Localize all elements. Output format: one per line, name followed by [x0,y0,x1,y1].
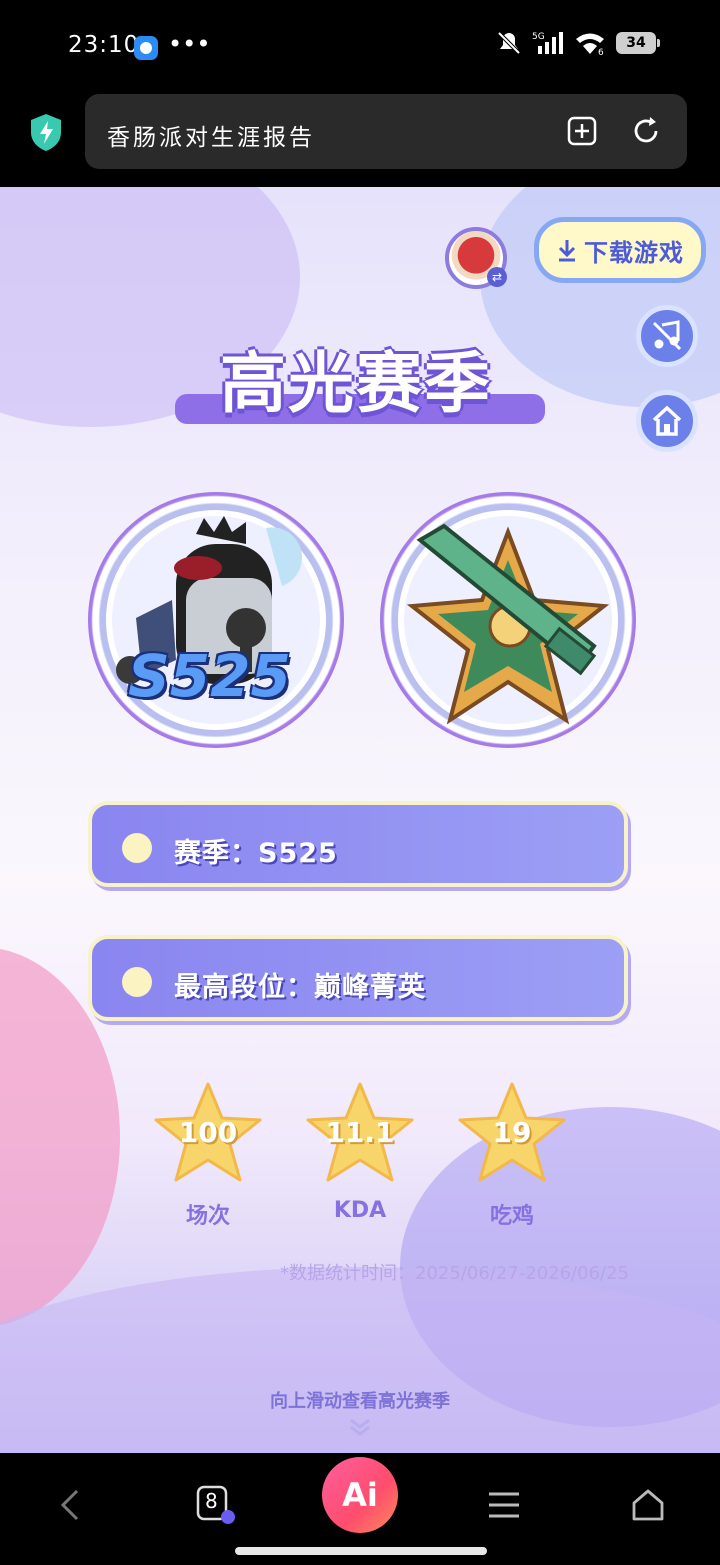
music-off-icon [652,320,682,351]
stat-label: KDA [333,1198,387,1223]
download-game-label: 下载游戏 [584,238,684,267]
data-period-note: *数据统计时间：2025/06/27-2026/06/25 [280,1263,629,1284]
status-icons: 5G 6 34 [496,30,660,56]
add-tab-icon[interactable] [565,114,599,148]
svg-text:5G: 5G [532,32,545,42]
browser-bottom-nav: 8 Ai [0,1453,720,1565]
music-toggle-button[interactable] [636,305,698,367]
browser-app-icon [134,36,158,60]
page-title: 香肠派对生涯报告 [107,125,315,151]
stat-label: 场次 [185,1204,230,1229]
ai-icon: Ai [342,1476,378,1514]
notification-more-icon: ••• [168,30,211,58]
rank-medal [380,492,636,748]
stat-value: 11.1 [325,1116,395,1149]
home-button[interactable] [636,390,698,452]
stat-label: 吃鸡 [489,1204,534,1229]
season-medal-label: S525 [128,642,291,710]
refresh-icon[interactable] [629,114,663,148]
shield-icon[interactable] [28,112,64,152]
home-indicator[interactable] [235,1547,487,1555]
season-info-text: 赛季：S525 [174,838,338,869]
stat-value: 100 [178,1116,238,1149]
switch-account-icon[interactable]: ⇄ [487,267,507,287]
ai-assistant-button[interactable]: Ai [322,1457,398,1533]
download-game-button[interactable]: 下载游戏 [534,217,706,283]
status-bar: 23:10 ••• 5G 6 34 [0,0,720,94]
status-time: 23:10 [68,32,140,58]
title-banner: 高光赛季 [175,322,545,432]
rank-medal-inner [398,510,618,730]
stat-kda: 11.1 KDA [300,1080,420,1230]
tab-count: 8 [205,1489,218,1513]
home-icon [632,1489,664,1521]
season-info-row: 赛季：S525 [88,801,628,887]
career-report-page: ⇄ 下载游戏 高光赛季 S525 赛季：S525 最高段位：巅峰菁英 100 场… [0,187,720,1453]
back-button[interactable] [40,1475,100,1535]
bullet-dot [122,967,152,997]
stat-value: 19 [492,1116,532,1149]
5g-signal-icon: 5G [532,32,563,54]
bullet-dot [122,833,152,863]
rank-info-row: 最高段位：巅峰菁英 [88,935,628,1021]
stat-matches: 100 场次 [148,1080,268,1230]
menu-icon [489,1492,519,1518]
mute-icon [497,31,521,55]
chevron-down-icon [350,1418,370,1436]
download-icon [558,240,576,262]
address-bar[interactable]: 香肠派对生涯报告 [85,94,687,169]
browser-toolbar: 香肠派对生涯报告 [0,94,720,187]
page-heading: 高光赛季 [220,345,492,422]
season-medal: S525 [88,492,344,748]
home-nav-button[interactable] [618,1475,678,1535]
tabs-button[interactable]: 8 [186,1475,246,1535]
scroll-hint: 向上滑动查看高光赛季 [270,1391,450,1412]
stat-chicken-dinner: 19 吃鸡 [452,1080,572,1230]
back-icon [60,1489,79,1521]
svg-text:6: 6 [598,48,604,56]
battery-icon: 34 [616,32,660,54]
home-icon [652,405,682,436]
wifi-icon: 6 [576,33,604,56]
star-rank-icon [406,523,610,725]
user-avatar[interactable]: ⇄ [445,227,507,289]
rank-info-text: 最高段位：巅峰菁英 [174,972,426,1003]
menu-button[interactable] [474,1475,534,1535]
